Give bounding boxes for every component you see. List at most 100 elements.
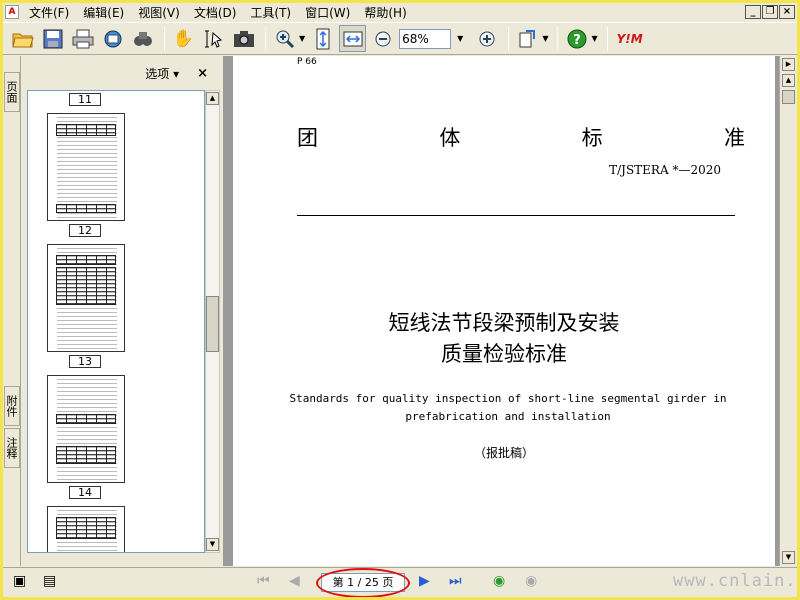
hand-tool-icon[interactable]: ✋: [170, 25, 197, 52]
scrollbar-thumb[interactable]: [782, 90, 795, 104]
toolbar-separator: [508, 26, 510, 51]
snapshot-icon[interactable]: [230, 25, 257, 52]
toolbar-separator: [164, 26, 165, 51]
thumbnail-label[interactable]: 13: [69, 355, 101, 368]
document-viewer: P 66 团 体 标 准 T/JSTERA *—2020 短线法节段梁预制及安装…: [223, 56, 797, 566]
menu-tools[interactable]: 工具(T): [243, 4, 298, 21]
zoom-plus-icon[interactable]: [473, 25, 500, 52]
window-controls: _ ❐ ×: [745, 5, 795, 19]
annotation-oval: [316, 568, 410, 598]
thumbnail-table: [56, 414, 116, 424]
close-icon[interactable]: ×: [197, 66, 208, 81]
menu-edit[interactable]: 编辑(E): [76, 4, 131, 21]
toolbar-separator: [265, 26, 266, 51]
thumbnail-label[interactable]: 14: [69, 486, 101, 499]
standard-number: T/JSTERA *—2020: [609, 163, 721, 177]
thumbnail-table: [56, 267, 116, 305]
zoom-level-input[interactable]: 68%: [399, 28, 452, 49]
first-page-icon[interactable]: ⏮: [257, 573, 270, 589]
document-scrollbar[interactable]: ▶ ▲ ▼: [779, 56, 797, 566]
document-props-icon[interactable]: ▤: [43, 573, 56, 589]
help-icon[interactable]: ?: [563, 25, 590, 52]
print-icon[interactable]: [69, 25, 96, 52]
email-icon[interactable]: [99, 25, 126, 52]
category-char: 体: [439, 126, 461, 150]
page-layout-icon[interactable]: ▣: [13, 573, 26, 589]
next-page-icon[interactable]: ▶: [419, 573, 430, 589]
scroll-down-icon[interactable]: ▼: [782, 551, 795, 564]
rotate-icon[interactable]: [514, 25, 541, 52]
menu-help[interactable]: 帮助(H): [357, 4, 413, 21]
thumbnail-table: [56, 124, 116, 136]
fit-page-icon[interactable]: [309, 25, 336, 52]
thumbnail-label[interactable]: 11: [69, 93, 101, 106]
select-text-icon[interactable]: [200, 25, 227, 52]
document-status: （报批稿）: [473, 446, 534, 460]
restore-button[interactable]: ❐: [762, 5, 778, 19]
menu-view[interactable]: 视图(V): [131, 4, 187, 21]
category-char: 标: [581, 126, 603, 150]
svg-text:?: ?: [573, 33, 581, 48]
thumbnail-list: 11 12 13 14: [27, 90, 205, 553]
divider: [297, 215, 735, 216]
previous-page-icon[interactable]: ◀: [289, 573, 300, 589]
minimize-button[interactable]: _: [745, 5, 761, 19]
category-char: 团: [297, 126, 318, 150]
toolbar: ✋ ▼ 68% ▼ ▼ ? ▼ Y!M: [3, 22, 797, 55]
zoom-level-dropdown[interactable]: ▼: [457, 34, 463, 43]
options-menu[interactable]: 选项 ▾: [145, 65, 179, 82]
scroll-up-icon[interactable]: ▲: [782, 74, 795, 87]
back-view-icon[interactable]: ◉: [493, 573, 505, 589]
zoom-in-icon[interactable]: [271, 25, 298, 52]
page-thumbnail[interactable]: [47, 506, 125, 552]
scroll-down-icon[interactable]: ▼: [206, 538, 219, 551]
help-dropdown-arrow[interactable]: ▼: [591, 34, 597, 43]
side-tabs: 页面 附件 注释: [3, 56, 21, 566]
page-thumbnail[interactable]: [47, 375, 125, 483]
forward-view-icon[interactable]: ◉: [525, 573, 537, 589]
thumbnail-table: [56, 446, 116, 464]
menu-file[interactable]: 文件(F): [22, 4, 76, 21]
document-title-cn: 短线法节段梁预制及安装 质量检验标准: [233, 308, 775, 370]
menu-window[interactable]: 窗口(W): [298, 4, 357, 21]
rotate-dropdown-arrow[interactable]: ▼: [542, 34, 548, 43]
navigation-panel: 选项 ▾ × 11 12 13 14 ▲ ▼: [21, 56, 220, 566]
thumbnail-label[interactable]: 12: [69, 224, 101, 237]
thumbnail-table: [56, 204, 116, 213]
title-en-line: prefabrication and installation: [405, 410, 611, 423]
menu-document[interactable]: 文档(D): [187, 4, 244, 21]
menu-bar: A 文件(F) 编辑(E) 视图(V) 文档(D) 工具(T) 窗口(W) 帮助…: [3, 3, 797, 21]
standard-category: 团 体 标 准: [297, 122, 745, 152]
tab-pages[interactable]: 页面: [4, 72, 20, 112]
panel-header: 选项 ▾ ×: [21, 62, 220, 84]
title-en-line: Standards for quality inspection of shor…: [289, 392, 727, 405]
last-page-icon[interactable]: ⏭: [449, 573, 462, 589]
category-char: 准: [723, 126, 745, 150]
app-icon: A: [5, 5, 19, 19]
toolbar-separator: [606, 26, 608, 51]
save-icon[interactable]: [39, 25, 66, 52]
close-button[interactable]: ×: [779, 5, 795, 19]
title-cn-line: 短线法节段梁预制及安装: [388, 311, 620, 335]
scroll-up-icon[interactable]: ▲: [206, 92, 219, 105]
tab-comments[interactable]: 注释: [4, 428, 20, 468]
document-title-en: Standards for quality inspection of shor…: [233, 390, 775, 426]
page-thumbnail[interactable]: [47, 244, 125, 352]
watermark: www.cnlain.com: [673, 571, 800, 591]
page-reference: P 66: [297, 57, 317, 67]
fit-width-icon[interactable]: [339, 25, 367, 52]
brand-logo[interactable]: Y!M: [613, 25, 647, 52]
zoom-dropdown-arrow[interactable]: ▼: [299, 34, 305, 43]
tab-attachments[interactable]: 附件: [4, 386, 20, 426]
scrollbar-thumb[interactable]: [206, 296, 219, 352]
open-icon[interactable]: [9, 25, 36, 52]
thumbnail-table: [56, 255, 116, 265]
title-cn-line: 质量检验标准: [441, 342, 567, 366]
zoom-out-icon[interactable]: [369, 25, 396, 52]
toolbar-separator: [557, 26, 559, 51]
scroll-up-icon[interactable]: ▶: [782, 58, 795, 71]
thumbnail-scrollbar[interactable]: ▲ ▼: [205, 90, 220, 553]
search-icon[interactable]: [129, 25, 156, 52]
page-thumbnail[interactable]: [47, 113, 125, 221]
thumbnail-table: [56, 517, 116, 539]
